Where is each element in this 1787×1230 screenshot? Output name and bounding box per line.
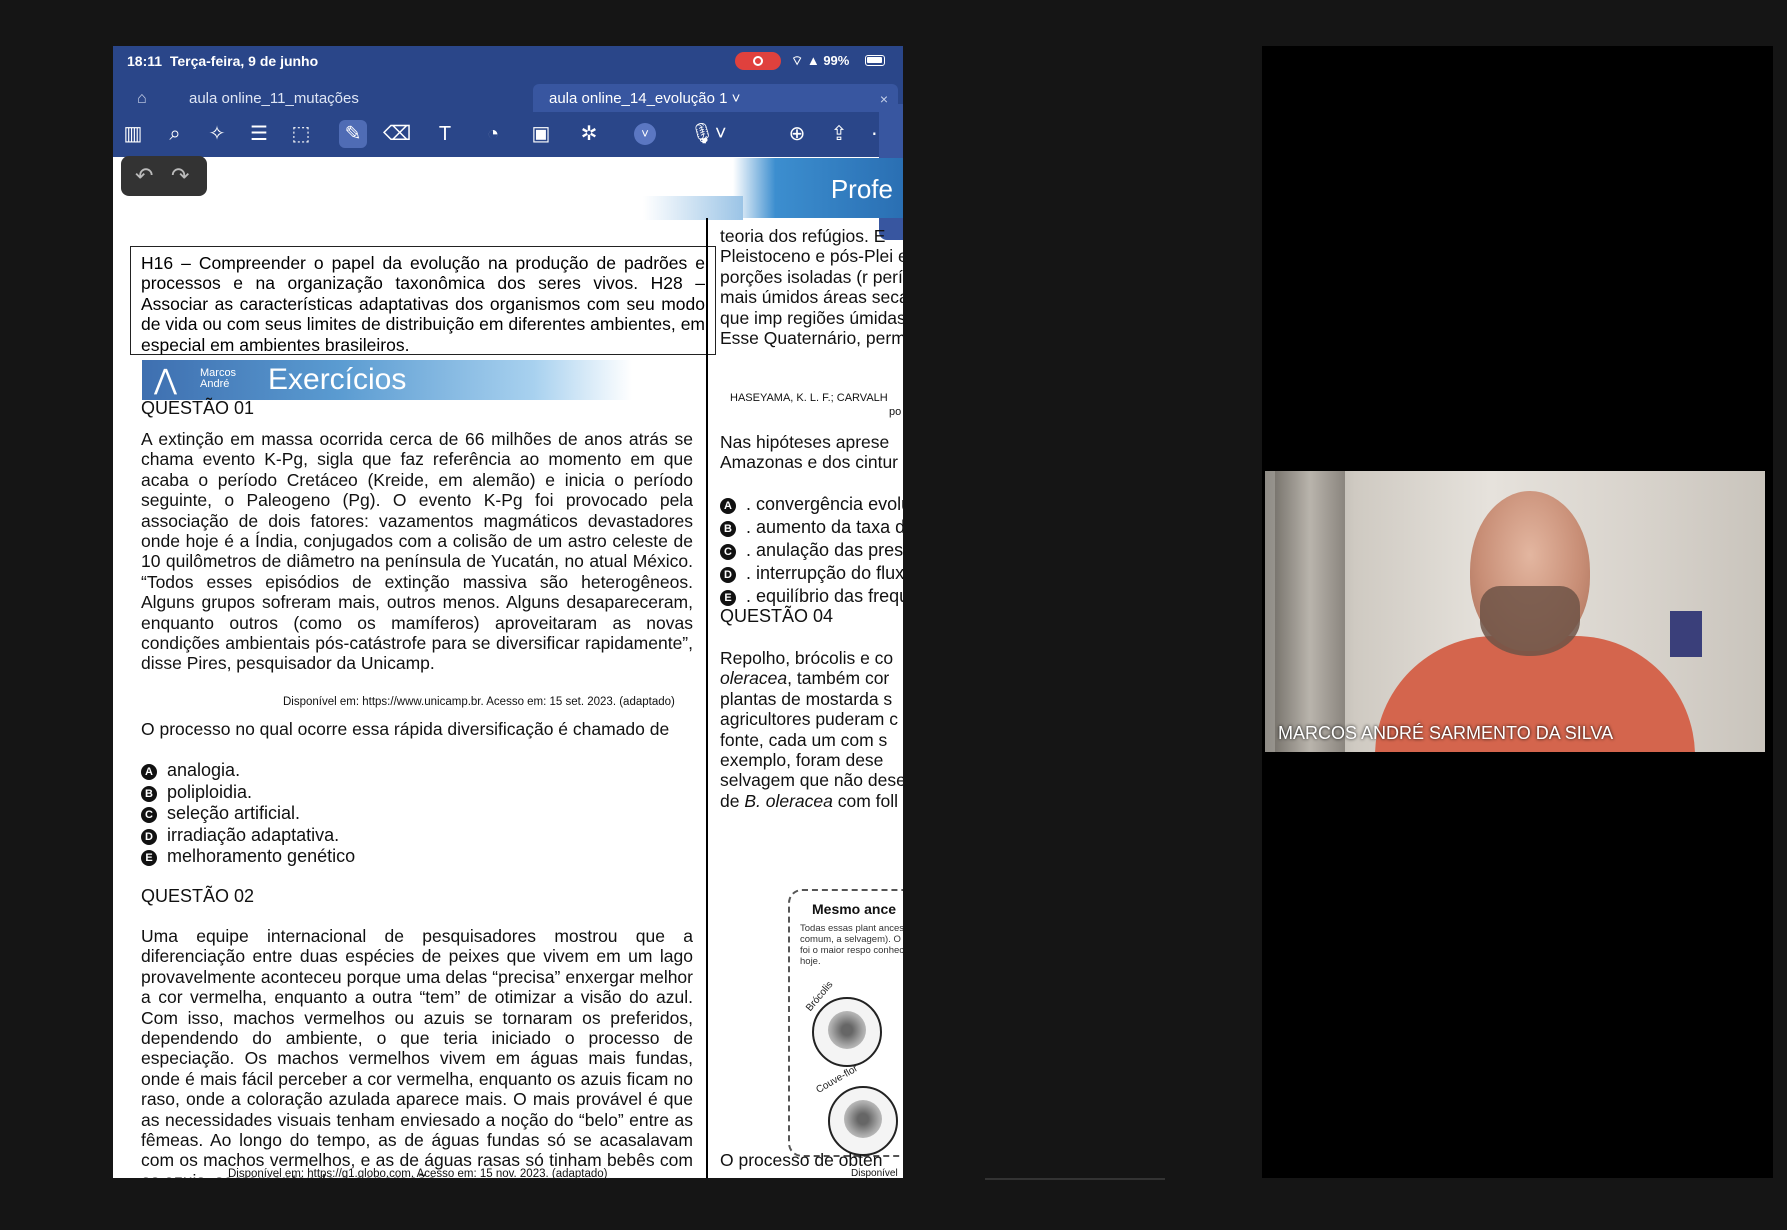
divider-line — [985, 1178, 1165, 1180]
status-time: 18:11 Terça-feira, 9 de junho — [127, 53, 319, 69]
right-source-2: po — [889, 406, 902, 418]
question-02-title: QUESTÃO 02 — [141, 886, 255, 906]
shape-icon[interactable]: ◔ — [479, 120, 507, 148]
status-icons: ⌔ ▲ 99% — [791, 53, 850, 68]
text-icon[interactable]: T — [431, 120, 459, 148]
mic-icon[interactable]: 🎙˅ — [685, 120, 731, 148]
bottom-right-text: O processo de obten — [720, 1150, 883, 1170]
tab-aula-11[interactable]: aula online_11_mutações× — [177, 84, 569, 114]
question-01-title: QUESTÃO 01 — [141, 398, 255, 418]
status-bar: 18:11 Terça-feira, 9 de junho ⌔ ▲ 99% — [113, 46, 903, 76]
magic-icon[interactable]: ✧ — [203, 120, 231, 148]
participant-name: MARCOS ANDRÉ SARMENTO DA SILVA — [1278, 723, 1614, 743]
skills-box: H16 – Compreender o papel da evolução na… — [130, 246, 716, 355]
question-03-prompt: Nas hipóteses aprese Amazonas e dos cint… — [720, 432, 899, 473]
question-04-title: QUESTÃO 04 — [720, 606, 834, 626]
eraser-icon[interactable]: ⌫ — [383, 120, 411, 148]
sidebar-icon[interactable]: ▥ — [119, 120, 147, 148]
search-icon[interactable]: ⌕ — [161, 120, 189, 148]
ancestry-diagram: Mesmo ance Todas essas plant ancestral c… — [788, 889, 903, 1157]
option-e[interactable]: Emelhoramento genético — [141, 846, 355, 867]
redo-icon[interactable]: ↷ — [171, 156, 189, 196]
option-b[interactable]: Bpoliploidia. — [141, 782, 252, 803]
column-divider — [706, 218, 708, 1178]
lasso-icon[interactable]: ⬚ — [287, 120, 315, 148]
participant-beard — [1480, 586, 1580, 656]
question-02-text: Uma equipe internacional de pesquisadore… — [141, 926, 693, 1178]
option-a[interactable]: Aanalogia. — [141, 760, 240, 781]
battery-icon — [865, 55, 885, 66]
question-01-source: Disponível em: https://www.unicamp.br. A… — [283, 696, 675, 708]
brand-logo-icon: ⋀ — [154, 364, 177, 395]
undo-redo-bar: ↶ ↷ — [121, 156, 207, 196]
screen-recording-icon[interactable] — [735, 52, 781, 70]
ipad-screen: 18:11 Terça-feira, 9 de junho ⌔ ▲ 99% ⌂ … — [113, 46, 903, 1178]
wall-poster — [1670, 611, 1702, 657]
brand-name: Marcos André — [200, 367, 237, 390]
option-d[interactable]: Dirradiação adaptativa. — [141, 825, 339, 846]
share-icon[interactable]: ⇪ — [825, 120, 853, 148]
right-source: HASEYAMA, K. L. F.; CARVALH — [730, 392, 888, 404]
undo-icon[interactable]: ↶ — [135, 156, 153, 196]
cauliflower-icon — [828, 1086, 898, 1156]
broccoli-icon — [812, 997, 882, 1067]
chevron-down-icon[interactable]: ˅ — [634, 123, 656, 145]
question-04-text: Repolho, brócolis e co oleracea, também … — [720, 648, 903, 811]
add-page-icon[interactable]: ⊕ — [783, 120, 811, 148]
toolbar: ▥ ⌕ ✧ ☰ ⬚ ✎ ⌫ T ◔ ▣ ✲ ˅ 🎙˅ ⊕ ⇪ ⋯ — [113, 112, 903, 157]
document-icon[interactable]: ☰ — [245, 120, 273, 148]
question-02-source: Disponível em: https://g1.globo.com. Ace… — [228, 1168, 608, 1178]
header-banner: Profe — [733, 158, 903, 218]
home-icon[interactable]: ⌂ — [137, 84, 157, 114]
option-c[interactable]: Cseleção artificial. — [141, 803, 300, 824]
participant-video[interactable]: MARCOS ANDRÉ SARMENTO DA SILVA — [1265, 471, 1765, 752]
q3-option-c[interactable]: C. anulação das pres — [720, 540, 903, 561]
tab-aula-14[interactable]: aula online_14_evolução 1 ˅ × — [533, 84, 898, 114]
header-band — [643, 196, 743, 220]
q3-option-e[interactable]: E. equilíbrio das frequ — [720, 586, 903, 607]
elements-icon[interactable]: ✲ — [575, 120, 603, 148]
q3-option-b[interactable]: B. aumento da taxa d — [720, 517, 903, 538]
q3-option-d[interactable]: D. interrupção do flux — [720, 563, 903, 584]
image-icon[interactable]: ▣ — [527, 120, 555, 148]
diagram-description: Todas essas plant ancestral comum, a sel… — [800, 923, 903, 967]
pen-icon[interactable]: ✎ — [339, 120, 367, 148]
right-column-text: teoria dos refúgios. E Pleistoceno e pós… — [720, 226, 903, 349]
question-01-prompt: O processo no qual ocorre essa rápida di… — [141, 719, 670, 739]
exercises-title: Exercícios — [268, 363, 407, 396]
exercises-banner: ⋀ Marcos André Exercícios — [142, 360, 632, 400]
diagram-title: Mesmo ance — [812, 901, 897, 917]
curtain — [1275, 471, 1345, 752]
question-01-text: A extinção em massa ocorrida cerca de 66… — [141, 429, 693, 674]
q3-option-a[interactable]: A. convergência evolu — [720, 494, 903, 515]
